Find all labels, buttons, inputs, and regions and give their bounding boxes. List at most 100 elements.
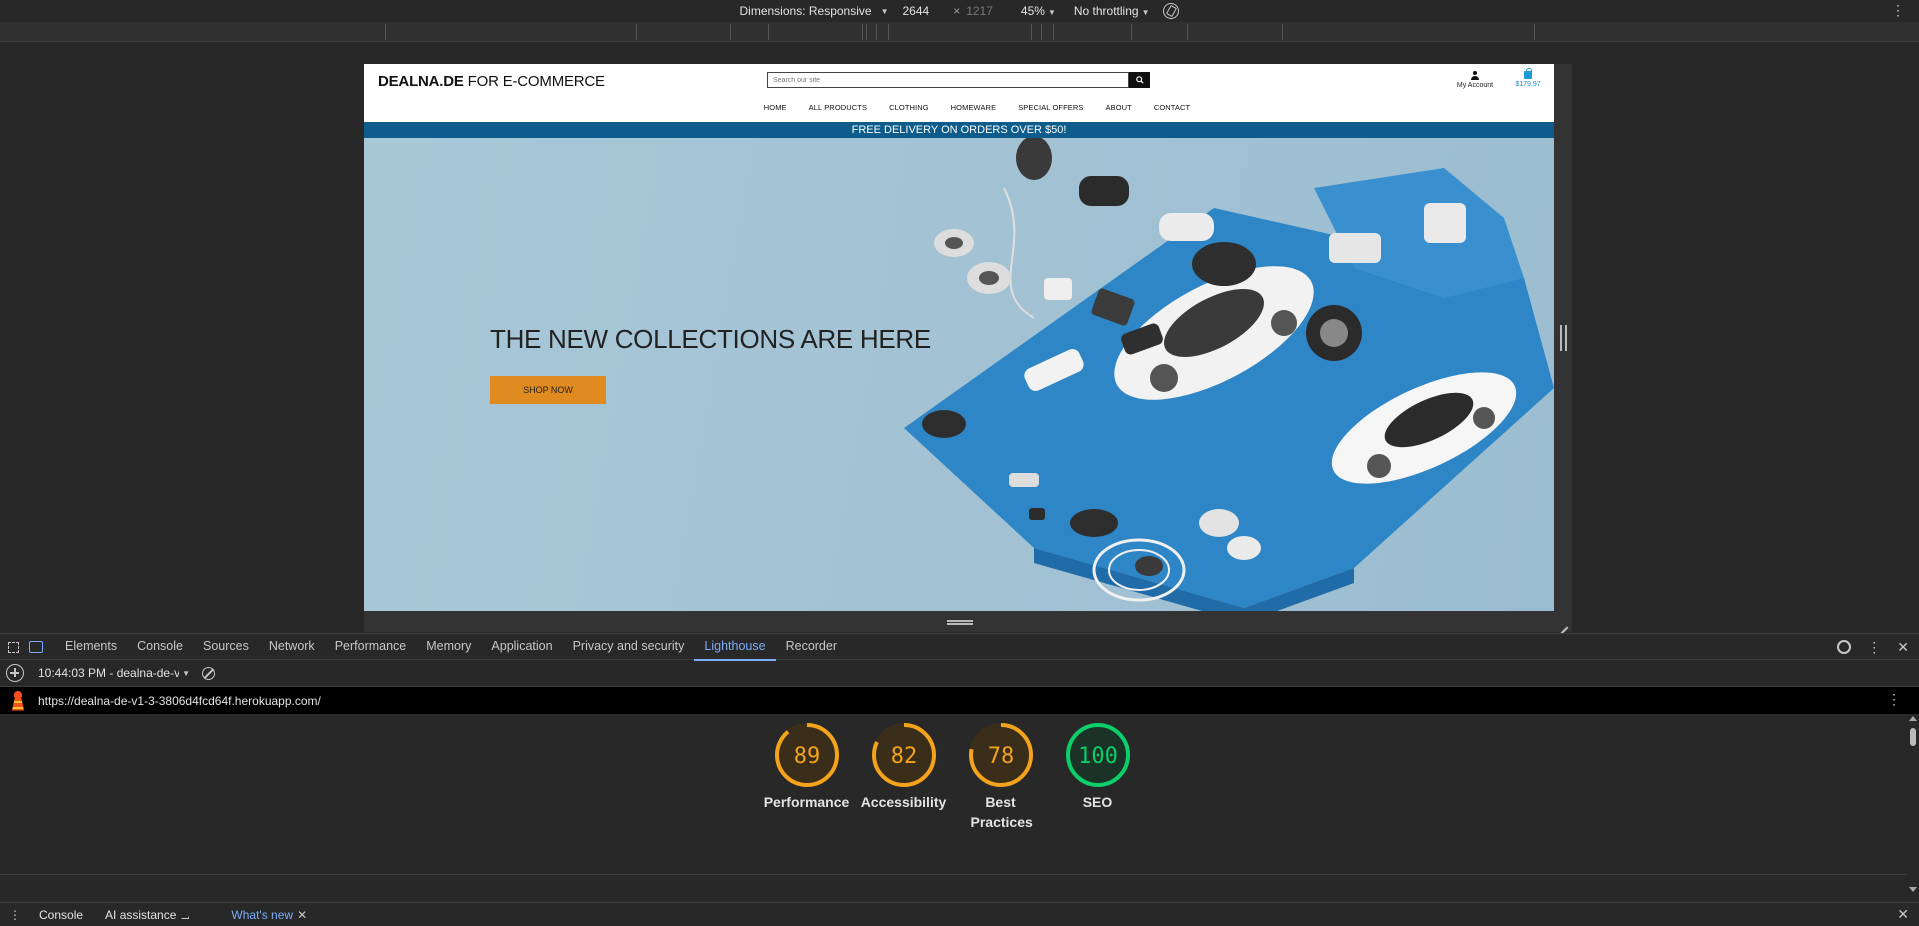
cart-link[interactable]: $179.97	[1511, 68, 1545, 88]
promo-banner: FREE DELIVERY ON ORDERS OVER $50!	[364, 122, 1554, 138]
settings-gear-icon[interactable]	[1837, 640, 1852, 654]
height-input[interactable]: 1217	[966, 4, 993, 18]
media-tick	[876, 24, 877, 40]
nav-contact[interactable]: CONTACT	[1143, 103, 1201, 115]
nav-all-products[interactable]: ALL PRODUCTS	[798, 103, 878, 115]
resize-handle-right[interactable]	[1560, 325, 1567, 351]
tab-memory[interactable]: Memory	[416, 633, 481, 660]
drawer-tab-whats-new[interactable]: What's new ✕	[231, 908, 307, 922]
drawer-menu-icon[interactable]: ⋮	[9, 908, 21, 922]
search-form	[767, 72, 1150, 88]
tab-console[interactable]: Console	[127, 633, 193, 660]
my-account-link[interactable]: My Account	[1455, 71, 1495, 89]
gauge-label: Performance	[763, 794, 850, 810]
search-button[interactable]	[1129, 72, 1150, 88]
site-logo[interactable]: DEALNA.DE FOR E-COMMERCE	[378, 73, 605, 90]
drawer-tabbar: ⋮ Console AI assistance What's new ✕ ✕	[0, 902, 1919, 926]
more-options-icon[interactable]: ⋮	[1887, 691, 1901, 708]
width-input[interactable]: 2644	[902, 4, 929, 18]
media-tick	[888, 24, 889, 40]
device-toggle-icon[interactable]	[29, 640, 43, 653]
drawer-tab-label: Console	[39, 907, 84, 922]
gauge-ring: 100	[1065, 723, 1130, 787]
zoom-dropdown[interactable]: 45% ▼	[1021, 4, 1056, 18]
tab-elements[interactable]: Elements	[55, 633, 127, 660]
nav-homeware[interactable]: HOMEWARE	[940, 103, 1008, 115]
media-tick	[768, 24, 769, 40]
cart-total: $179.97	[1515, 81, 1541, 88]
site-header: DEALNA.DE FOR E-COMMERCE My Account $179…	[364, 64, 1554, 92]
times-icon: ×	[953, 4, 961, 18]
clear-reports-icon[interactable]	[202, 666, 215, 680]
report-scrollbar[interactable]	[1907, 714, 1919, 894]
nav-about[interactable]: ABOUT	[1095, 103, 1143, 115]
score-value: 78	[987, 744, 1014, 769]
media-tick	[1031, 24, 1032, 40]
chevron-down-icon: ▼	[182, 668, 190, 678]
scroll-thumb[interactable]	[1910, 728, 1916, 746]
drawer-tab-console[interactable]: Console	[39, 908, 83, 922]
rotate-icon[interactable]	[1163, 3, 1180, 19]
throttling-dropdown[interactable]: No throttling ▼	[1074, 4, 1150, 18]
close-icon[interactable]: ✕	[297, 908, 307, 922]
score-gauges: 89 Performance 82 Accessibility 78 Best	[758, 722, 1146, 832]
drawer-tab-ai-assistance[interactable]: AI assistance	[105, 907, 190, 922]
new-report-icon[interactable]	[6, 664, 24, 682]
dimensions-label: Dimensions: Responsive	[739, 4, 872, 18]
report-url[interactable]: https://dealna-de-v1-3-3806d4fcd64f.hero…	[38, 694, 321, 708]
zoom-value: 45%	[1020, 4, 1045, 18]
scroll-down-icon[interactable]	[1909, 887, 1917, 892]
scroll-up-icon[interactable]	[1909, 716, 1917, 721]
device-toolbar: Dimensions: Responsive ▼ 2644 × 1217 45% ▼…	[0, 0, 1919, 22]
more-options-icon[interactable]: ⋮	[1867, 639, 1881, 656]
tab-recorder[interactable]: Recorder	[776, 633, 847, 660]
shop-now-button[interactable]: SHOP NOW	[490, 376, 606, 404]
lighthouse-toolbar: 10:44:03 PM - dealna-de-v1-3▼	[0, 660, 1919, 687]
chevron-down-icon: ▼	[880, 6, 889, 16]
website-viewport: DEALNA.DE FOR E-COMMERCE My Account $179…	[364, 64, 1554, 611]
drawer-tab-label: AI assistance	[105, 907, 177, 922]
nav-special-offers[interactable]: SPECIAL OFFERS	[1007, 103, 1094, 115]
tab-privacy-security[interactable]: Privacy and security	[563, 633, 695, 660]
media-query-bar[interactable]	[0, 22, 1919, 42]
gauge-ring: 89	[774, 723, 839, 787]
media-tick	[1187, 24, 1188, 40]
media-tick	[1282, 24, 1283, 40]
dimensions-dropdown[interactable]: Dimensions: Responsive ▼	[740, 4, 889, 18]
score-value: 82	[890, 744, 917, 769]
hero-image	[904, 138, 1554, 611]
nav-clothing[interactable]: CLOTHING	[878, 103, 940, 115]
tab-network[interactable]: Network	[259, 633, 325, 660]
more-options-icon[interactable]: ⋮	[1891, 2, 1905, 19]
gauge-performance[interactable]: 89 Performance	[758, 722, 855, 832]
gauge-accessibility[interactable]: 82 Accessibility	[855, 722, 952, 832]
tab-lighthouse[interactable]: Lighthouse	[694, 633, 776, 661]
gauge-seo[interactable]: 100 SEO	[1049, 722, 1146, 832]
search-icon	[1135, 76, 1144, 84]
gauge-best-practices[interactable]: 78 Best Practices	[952, 722, 1049, 832]
gauge-label: Best Practices	[970, 794, 1033, 830]
report-select-value: 10:44:03 PM - dealna-de-v1-3	[38, 666, 180, 680]
resize-handle-corner[interactable]	[1557, 616, 1569, 628]
lighthouse-url-bar: https://dealna-de-v1-3-3806d4fcd64f.hero…	[0, 687, 1919, 714]
media-tick	[730, 24, 731, 40]
nav-home[interactable]: HOME	[753, 103, 798, 115]
tab-application[interactable]: Application	[481, 633, 562, 660]
report-select[interactable]: 10:44:03 PM - dealna-de-v1-3▼	[38, 666, 190, 680]
logo-bold: DEALNA.DE	[378, 73, 464, 90]
user-icon	[1471, 71, 1479, 80]
resize-handle-bottom[interactable]	[947, 620, 973, 625]
inspect-element-icon[interactable]	[8, 642, 19, 653]
drawer-tab-label: What's new	[231, 907, 294, 922]
close-drawer-icon[interactable]: ✕	[1897, 906, 1909, 923]
throttling-value: No throttling	[1073, 4, 1139, 18]
hero-section: THE NEW COLLECTIONS ARE HERE SHOP NOW	[364, 138, 1554, 611]
gauge-label: SEO	[1082, 794, 1113, 810]
lighthouse-report: 89 Performance 82 Accessibility 78 Best	[0, 714, 1907, 874]
search-input[interactable]	[767, 72, 1129, 88]
close-devtools-icon[interactable]: ✕	[1897, 639, 1909, 656]
tab-sources[interactable]: Sources	[193, 633, 259, 660]
tab-performance[interactable]: Performance	[325, 633, 417, 660]
shopping-bag-icon	[1524, 68, 1532, 79]
media-tick	[385, 24, 386, 40]
